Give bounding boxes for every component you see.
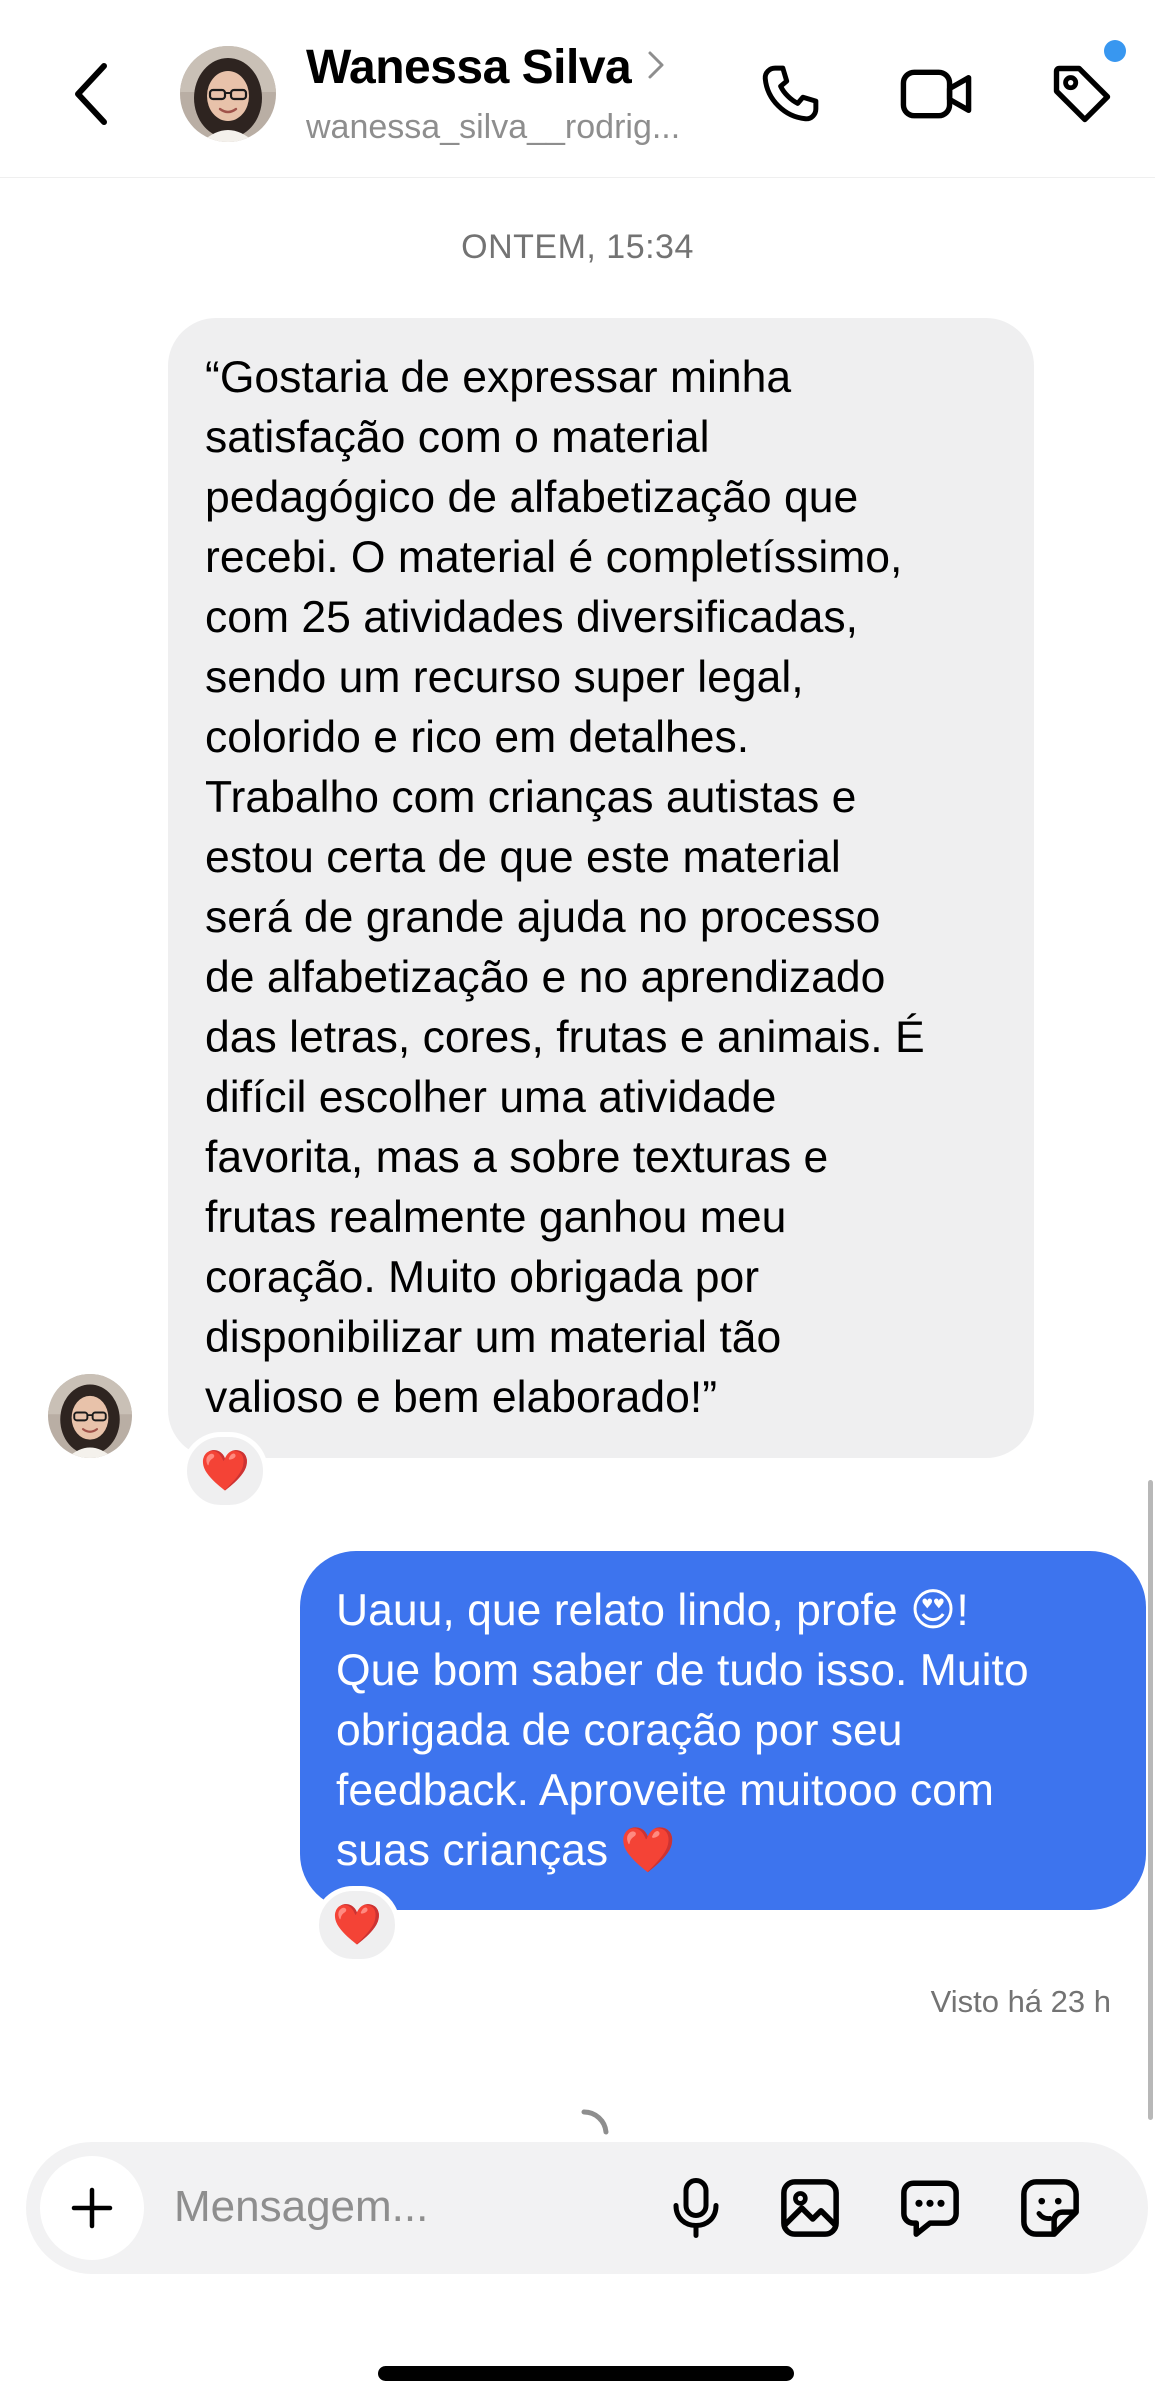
avatar-image <box>48 1374 132 1458</box>
video-call-button[interactable] <box>894 52 978 136</box>
back-button[interactable] <box>62 58 122 130</box>
tag-icon <box>1053 65 1111 123</box>
chat-header: Wanessa Silva wanessa_silva__rodrig... <box>0 0 1155 178</box>
seen-status: Visto há 23 h <box>930 1984 1111 2019</box>
sent-message[interactable]: Uauu, que relato lindo, profe 😍! Que bom… <box>300 1551 1146 1910</box>
plus-icon <box>71 2187 113 2229</box>
scrollbar[interactable] <box>1148 1480 1153 2120</box>
video-camera-icon <box>900 69 972 119</box>
message-timestamp: ONTEM, 15:34 <box>461 228 694 266</box>
quick-replies-button[interactable] <box>888 2166 972 2250</box>
message-composer <box>26 2142 1148 2274</box>
received-message[interactable]: “Gostaria de expressar minha satisfação … <box>168 318 1034 1458</box>
contact-username[interactable]: wanessa_silva__rodrig... <box>306 108 726 147</box>
sticker-button[interactable] <box>1008 2166 1092 2250</box>
message-input[interactable] <box>174 2172 654 2242</box>
avatar-image <box>180 46 276 142</box>
add-attachment-button[interactable] <box>40 2156 144 2260</box>
audio-call-button[interactable] <box>748 52 832 136</box>
contact-name: Wanessa Silva <box>306 41 632 94</box>
spinner-icon <box>581 2109 609 2135</box>
gallery-icon <box>781 2179 839 2237</box>
sent-message-reaction[interactable]: ❤️ <box>314 1886 400 1964</box>
home-indicator[interactable] <box>378 2366 794 2381</box>
voice-message-button[interactable] <box>654 2166 738 2250</box>
received-message-reaction[interactable]: ❤️ <box>182 1432 268 1510</box>
phone-icon <box>762 65 819 122</box>
sender-avatar[interactable] <box>48 1374 132 1458</box>
contact-avatar[interactable] <box>180 46 276 142</box>
back-icon <box>75 63 107 125</box>
loading-spinner <box>560 2106 620 2146</box>
sticker-icon <box>1021 2179 1079 2237</box>
contact-name-link[interactable]: Wanessa Silva <box>306 40 665 95</box>
notification-dot <box>1104 40 1126 62</box>
chevron-right-icon <box>648 51 664 78</box>
microphone-icon <box>673 2178 719 2238</box>
chat-bubble-icon <box>901 2180 959 2237</box>
gallery-button[interactable] <box>768 2166 852 2250</box>
label-button[interactable] <box>1040 52 1124 136</box>
